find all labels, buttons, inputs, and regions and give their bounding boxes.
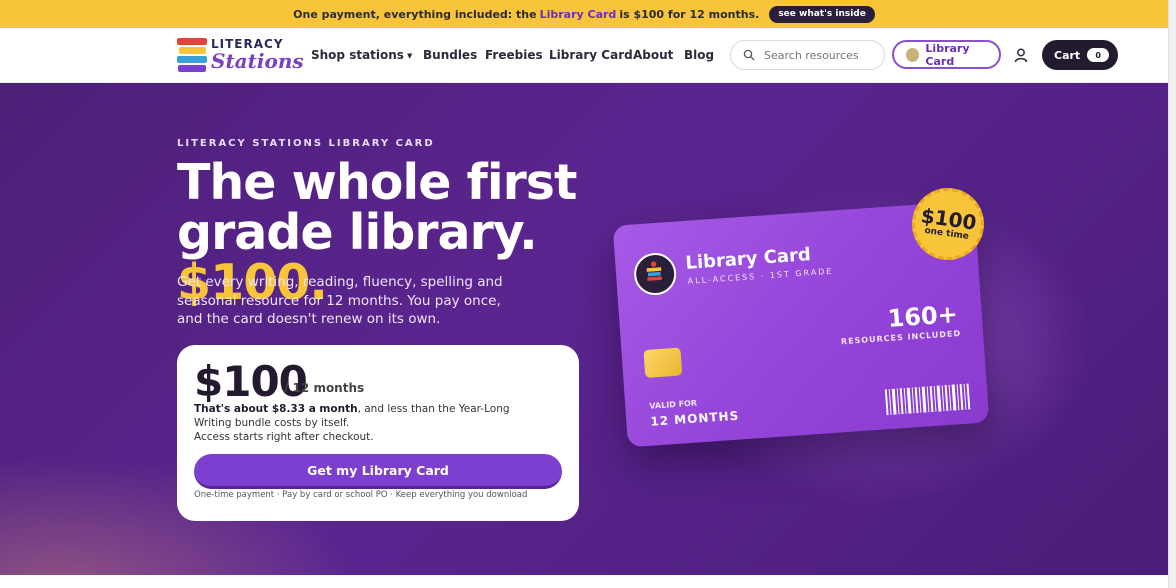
nav-bundles[interactable]: Bundles <box>423 48 477 62</box>
headline-line-1: The whole first <box>177 154 577 211</box>
card-valid-value: 12 MONTHS <box>649 408 740 429</box>
nav-blog[interactable]: Blog <box>684 48 714 62</box>
logo-wordmark-bottom: Stations <box>211 49 304 73</box>
price-period: / 12 months <box>284 381 365 395</box>
price-about-rest: , and less than the Year-Long <box>357 403 510 415</box>
see-whats-inside-button[interactable]: see what's inside <box>769 5 875 23</box>
nav-label: Shop stations <box>311 48 404 62</box>
search-input[interactable] <box>764 48 874 62</box>
search-icon <box>743 49 755 61</box>
library-card-button[interactable]: Library Card <box>892 40 1001 69</box>
nav-about[interactable]: About <box>633 48 673 62</box>
cart-button[interactable]: Cart 0 <box>1042 40 1118 70</box>
announcement-bar: One payment, everything included: the Li… <box>0 0 1168 28</box>
account-icon[interactable] <box>1013 47 1029 63</box>
announcement-text-end: is $100 for 12 months. <box>619 7 760 21</box>
price-comparison: Writing bundle costs by itself. <box>194 417 350 429</box>
announcement-highlight: Library Card <box>539 7 617 21</box>
hero-subtext: Get every writing, reading, fluency, spe… <box>177 274 503 327</box>
price-fineprint: One-time payment · Pay by card or school… <box>194 490 528 500</box>
page-bottom <box>0 575 1168 588</box>
hero-eyebrow: LITERACY STATIONS LIBRARY CARD <box>177 138 435 149</box>
hero-section: LITERACY STATIONS LIBRARY CARD The whole… <box>0 83 1168 575</box>
books-emblem-icon <box>632 251 678 297</box>
nav-freebies[interactable]: Freebies <box>485 48 543 62</box>
library-card-avatar-icon <box>906 47 920 62</box>
caret-down-icon: ▼ <box>406 52 413 60</box>
nav-library-card[interactable]: Library Card <box>549 48 633 62</box>
scrollbar[interactable] <box>1168 0 1176 588</box>
search-box[interactable] <box>730 40 885 70</box>
headline-line-2-text: grade library. <box>177 204 538 261</box>
announcement-text: One payment, everything included: the <box>293 7 537 21</box>
card-valid-label: VALID FOR <box>649 398 698 411</box>
library-card-button-label: Library Card <box>925 41 970 68</box>
books-logo-icon <box>177 34 207 76</box>
card-chip <box>643 347 683 378</box>
cart-label: Cart <box>1054 48 1081 62</box>
get-library-card-button[interactable]: Get my Library Card <box>194 454 562 489</box>
barcode-icon <box>884 383 971 416</box>
price-access-note: Access starts right after checkout. <box>194 431 374 443</box>
price-about-bold: That's about $8.33 a month <box>194 403 358 415</box>
price-about: That's about $8.33 a month, and less tha… <box>194 403 510 415</box>
card-resource-count: 160+ <box>886 300 959 333</box>
site-logo[interactable]: LITERACY Stations <box>177 32 304 78</box>
price-card: $100 / 12 months That's about $8.33 a mo… <box>177 345 579 521</box>
cart-count-badge: 0 <box>1087 48 1110 62</box>
nav-shop-stations[interactable]: Shop stations ▼ <box>311 48 412 62</box>
site-header: LITERACY Stations Shop stations ▼ Bundles… <box>0 28 1168 83</box>
